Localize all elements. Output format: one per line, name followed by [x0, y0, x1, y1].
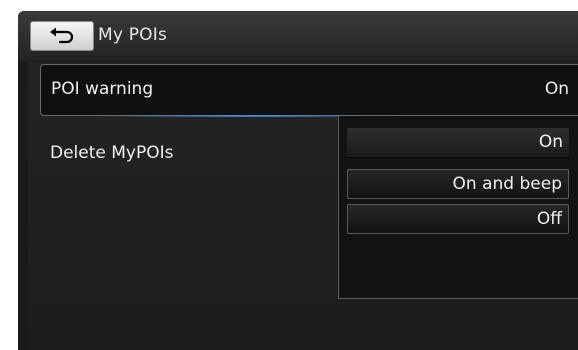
header-bar: My POIs — [18, 11, 578, 61]
poi-warning-label: POI warning — [51, 79, 154, 99]
delete-mypois-row[interactable]: Delete MyPOIs — [50, 143, 174, 163]
poi-warning-row[interactable]: POI warning On — [40, 64, 578, 117]
poi-warning-value: On — [544, 79, 569, 99]
settings-list: POI warning On Delete MyPOIs On On and b… — [28, 62, 578, 350]
back-arrow-icon — [50, 27, 74, 44]
screen: My POIs POI warning On Delete MyPOIs On … — [18, 11, 578, 350]
option-off[interactable]: Off — [347, 204, 569, 234]
page-title: My POIs — [98, 25, 168, 45]
option-on[interactable]: On — [347, 128, 569, 158]
back-button[interactable] — [30, 21, 94, 51]
option-on-and-beep[interactable]: On and beep — [347, 169, 569, 199]
poi-warning-dropdown: On On and beep Off — [338, 116, 578, 299]
